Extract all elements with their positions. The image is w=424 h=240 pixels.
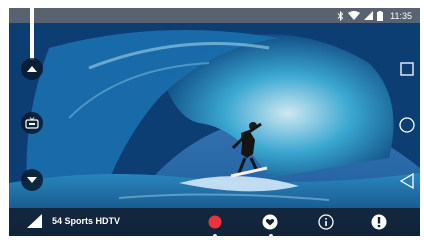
tv-guide-button[interactable] (21, 112, 43, 134)
favorite-button[interactable] (260, 212, 280, 232)
info-icon (318, 214, 334, 230)
tv-player-screen: 11:35 54 Sports HDTV (9, 8, 420, 236)
surfing-video-frame (9, 8, 420, 236)
bluetooth-icon (337, 10, 344, 21)
channel-down-button[interactable] (21, 169, 43, 191)
info-button[interactable] (316, 212, 336, 232)
home-button[interactable] (396, 114, 418, 136)
recents-square-icon (400, 62, 414, 76)
channel-name: 54 Sports HDTV (52, 216, 121, 226)
alert-icon (371, 214, 387, 230)
back-triangle-icon (400, 173, 414, 189)
channel-down-icon (27, 177, 37, 183)
status-bar: 11:35 (9, 8, 420, 23)
tv-guide-icon (25, 117, 39, 129)
battery-icon (377, 10, 384, 21)
bottom-control-bar: 54 Sports HDTV (9, 208, 420, 236)
alert-button[interactable] (369, 212, 389, 232)
record-icon (208, 215, 222, 229)
channel-up-button[interactable] (21, 58, 43, 80)
page-dot (269, 234, 273, 236)
channel-position-indicator (30, 8, 34, 60)
page-dot (213, 234, 217, 236)
wifi-icon (348, 11, 361, 20)
recents-button[interactable] (396, 58, 418, 80)
channel-up-icon (27, 66, 37, 72)
cell-signal-icon (364, 11, 374, 20)
signal-strength-icon (27, 214, 42, 228)
home-circle-icon (399, 117, 415, 133)
record-button[interactable] (205, 212, 225, 232)
status-time: 11:35 (390, 10, 412, 21)
back-button[interactable] (396, 170, 418, 192)
favorite-heart-icon (262, 214, 278, 230)
